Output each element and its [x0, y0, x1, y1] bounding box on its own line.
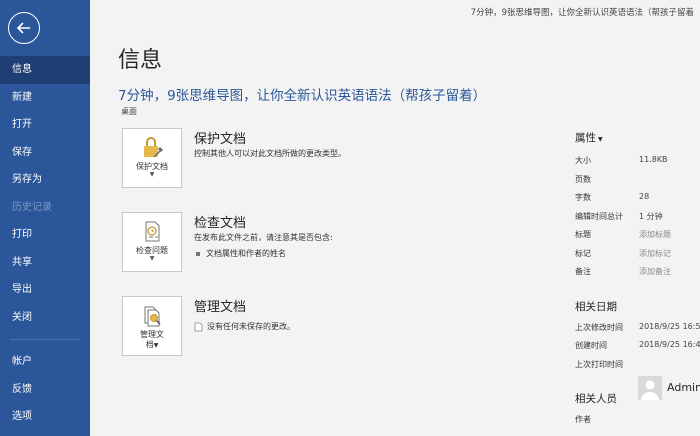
chevron-down-icon: ▼	[149, 255, 155, 262]
prop-row-title: 标题 添加标题	[575, 229, 671, 240]
nav-item-new[interactable]: 新建	[0, 84, 90, 112]
backstage-nav: 信息 新建 打开 保存 另存为 历史记录 打印 共享 导出 关闭 帐户 反馈 选…	[0, 56, 90, 431]
protect-section: 保护文档 ▼ 保护文档 控制其他人可以对此文档所做的更改类型。	[122, 128, 542, 190]
nav-item-share[interactable]: 共享	[0, 249, 90, 277]
nav-divider	[10, 339, 80, 340]
document-icon	[194, 322, 203, 331]
user-icon	[641, 380, 659, 400]
manage-button-label: 管理文 档▼	[140, 330, 164, 349]
manage-status: 没有任何未保存的更改。	[194, 321, 295, 332]
inspect-title: 检查文档	[194, 216, 247, 231]
nav-item-info[interactable]: 信息	[0, 56, 90, 84]
date-row-created: 创建时间 2018/9/25 16:4	[575, 340, 700, 350]
lock-icon	[144, 137, 163, 158]
inspect-description: 在发布此文件之前，请注意其是否包含:	[194, 233, 333, 242]
nav-item-close[interactable]: 关闭	[0, 304, 90, 332]
inspect-bullet: 文档属性和作者的姓名	[194, 248, 286, 259]
chevron-down-icon: ▼	[149, 171, 155, 178]
prop-row-tags: 标记 添加标记	[575, 248, 671, 259]
inspect-document-icon	[145, 221, 160, 242]
check-issues-button[interactable]: 检查问题 ▼	[122, 212, 182, 272]
comments-input[interactable]: 添加备注	[639, 266, 671, 277]
inspect-bullet-text: 文档属性和作者的姓名	[206, 249, 286, 258]
avatar	[638, 376, 662, 400]
author-name[interactable]: Admin	[667, 381, 700, 394]
prop-row-size: 大小 11.8KB	[575, 155, 668, 165]
author-row: 作者	[575, 415, 591, 424]
nav-item-export[interactable]: 导出	[0, 276, 90, 304]
date-row-printed: 上次打印时间	[575, 359, 623, 369]
related-dates-heading: 相关日期	[575, 300, 617, 313]
properties-heading[interactable]: 属性 ▼	[575, 130, 700, 145]
nav-item-feedback[interactable]: 反馈	[0, 376, 90, 404]
manage-document-icon	[144, 306, 161, 327]
date-row-modified: 上次修改时间 2018/9/25 16:5	[575, 321, 700, 332]
protect-description: 控制其他人可以对此文档所做的更改类型。	[194, 149, 346, 158]
document-name: 7分钟，9张思维导图，让你全新认识英语语法（帮孩子留着）	[118, 88, 487, 104]
nav-item-open[interactable]: 打开	[0, 111, 90, 139]
nav-item-account[interactable]: 帐户	[0, 348, 90, 376]
protect-document-button[interactable]: 保护文档 ▼	[122, 128, 182, 188]
nav-item-history: 历史记录	[12, 201, 52, 213]
page-title: 信息	[118, 48, 163, 73]
prop-row-words: 字数 28	[575, 192, 650, 202]
manage-document-button[interactable]: 管理文 档▼	[122, 296, 182, 356]
nav-item-save-as[interactable]: 另存为	[0, 166, 90, 194]
bullet-icon	[196, 251, 200, 256]
nav-item-options[interactable]: 选项	[0, 403, 90, 431]
chevron-down-icon: ▼	[153, 342, 159, 349]
prop-row-edit-time: 编辑时间总计 1 分钟	[575, 211, 663, 221]
title-input[interactable]: 添加标题	[639, 229, 671, 240]
tags-input[interactable]: 添加标记	[639, 248, 671, 259]
manage-section: 管理文 档▼ 管理文档 没有任何未保存的更改。	[122, 296, 542, 358]
manage-description: 没有任何未保存的更改。	[207, 322, 295, 331]
prop-row-comments: 备注 添加备注	[575, 266, 671, 277]
nav-item-print[interactable]: 打印	[0, 221, 90, 249]
window-title: 7分钟，9张思维导图，让你全新认识英语语法（帮孩子留着	[470, 8, 694, 18]
inspect-section: 检查问题 ▼ 检查文档 在发布此文件之前，请注意其是否包含: 文档属性和作者的姓…	[122, 212, 542, 274]
back-button[interactable]	[8, 12, 40, 44]
prop-row-pages: 页数	[575, 174, 591, 184]
back-arrow-icon	[16, 22, 30, 34]
manage-title: 管理文档	[194, 300, 247, 315]
backstage-sidebar: 信息 新建 打开 保存 另存为 历史记录 打印 共享 导出 关闭 帐户 反馈 选…	[0, 0, 90, 436]
chevron-down-icon: ▼	[598, 136, 603, 143]
nav-item-save[interactable]: 保存	[0, 139, 90, 167]
protect-title: 保护文档	[194, 132, 247, 147]
document-path[interactable]: 桌面	[121, 106, 137, 117]
